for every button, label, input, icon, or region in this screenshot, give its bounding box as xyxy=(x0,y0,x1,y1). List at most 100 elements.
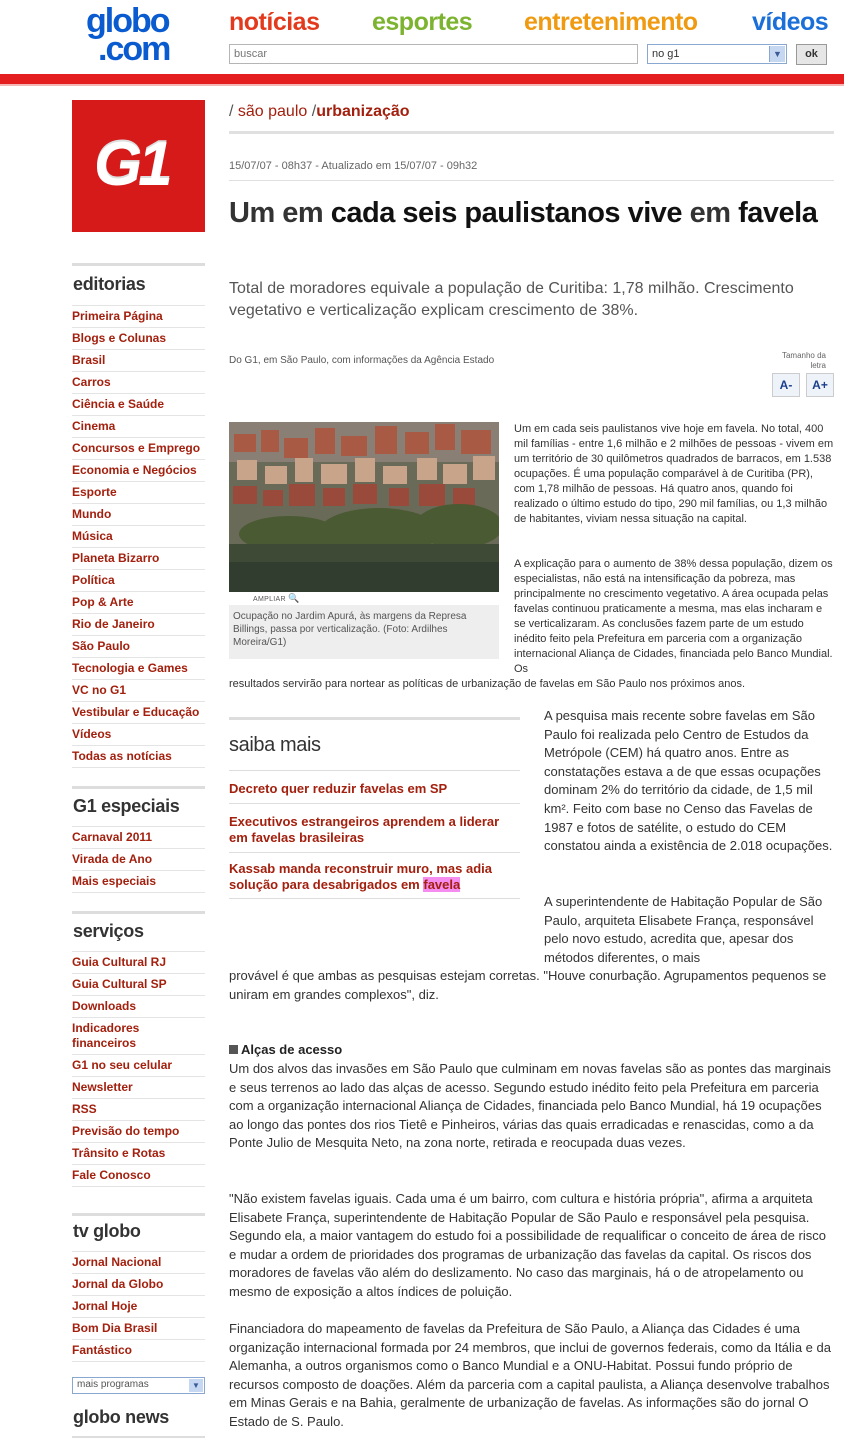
divider xyxy=(229,180,834,181)
menu-item[interactable]: São Paulo xyxy=(72,636,205,658)
menu-item[interactable]: Ciência e Saúde xyxy=(72,394,205,416)
menu-item[interactable]: Blogs e Colunas xyxy=(72,328,205,350)
article-paragraph: Um dos alvos das invasões em São Paulo q… xyxy=(229,1061,831,1151)
header-red-bar xyxy=(0,74,844,84)
nav-entretenimento[interactable]: entretenimento xyxy=(524,6,698,38)
search-input[interactable] xyxy=(229,44,638,64)
top-bar: globo .com notícias esportes entretenime… xyxy=(0,0,844,74)
menu-item[interactable]: Primeira Página xyxy=(72,306,205,328)
menu-item[interactable]: Rio de Janeiro xyxy=(72,614,205,636)
chevron-down-icon: ▼ xyxy=(189,1379,203,1392)
globo-news-heading: globo news xyxy=(73,1407,170,1427)
menu-item[interactable]: Newsletter xyxy=(72,1077,205,1099)
menu-item[interactable]: Jornal Nacional xyxy=(72,1252,205,1274)
saiba-mais-box: saiba mais Decreto quer reduzir favelas … xyxy=(229,717,520,899)
menu-item[interactable]: Virada de Ano xyxy=(72,849,205,871)
article-paragraph: A pesquisa mais recente sobre favelas em… xyxy=(544,708,833,854)
menu-item[interactable]: Previsão do tempo xyxy=(72,1121,205,1143)
highlighted-term: favela xyxy=(423,877,461,892)
menu-item[interactable]: Fantástico xyxy=(72,1340,205,1362)
menu-item[interactable]: Vestibular e Educação xyxy=(72,702,205,724)
article-paragraph: provável é que ambas as pesquisas esteja… xyxy=(229,968,827,1002)
square-bullet-icon xyxy=(229,1045,238,1054)
menu-item[interactable]: Vídeos xyxy=(72,724,205,746)
menu-item[interactable]: Indicadores financeiros xyxy=(72,1018,205,1055)
font-size-label: Tamanho da letra xyxy=(781,351,826,370)
menu-item[interactable]: Jornal da Globo xyxy=(72,1274,205,1296)
divider xyxy=(72,786,205,789)
menu-item[interactable]: Concursos e Emprego xyxy=(72,438,205,460)
search-scope-select[interactable]: no g1 ▼ xyxy=(647,44,787,64)
menu-item[interactable]: Cinema xyxy=(72,416,205,438)
article-paragraph: Financiadora do mapeamento de favelas da… xyxy=(229,1321,831,1429)
divider xyxy=(229,717,520,720)
menu-item[interactable]: Economia e Negócios xyxy=(72,460,205,482)
divider xyxy=(72,1213,205,1216)
chevron-down-icon: ▼ xyxy=(769,46,785,62)
menu-item[interactable]: Tecnologia e Games xyxy=(72,658,205,680)
programas-select[interactable]: mais programas ▼ xyxy=(72,1377,205,1394)
header-red-bar-shadow xyxy=(0,84,844,86)
especiais-menu: Carnaval 2011 Virada de Ano Mais especia… xyxy=(72,826,205,893)
editorias-menu: Primeira Página Blogs e Colunas Brasil C… xyxy=(72,305,205,768)
article-photo[interactable] xyxy=(229,422,499,592)
divider xyxy=(72,911,205,914)
related-link[interactable]: Kassab manda reconstruir muro, mas adia … xyxy=(229,852,520,899)
menu-item[interactable]: G1 no seu celular xyxy=(72,1055,205,1077)
menu-item[interactable]: Guia Cultural RJ xyxy=(72,952,205,974)
menu-item[interactable]: Downloads xyxy=(72,996,205,1018)
tv-globo-heading: tv globo xyxy=(73,1221,141,1241)
menu-item[interactable]: VC no G1 xyxy=(72,680,205,702)
breadcrumb-current[interactable]: urbanização xyxy=(316,103,409,120)
nav-videos[interactable]: vídeos xyxy=(752,6,829,38)
menu-item[interactable]: RSS xyxy=(72,1099,205,1121)
font-decrease-button[interactable]: A- xyxy=(772,373,800,397)
servicos-menu: Guia Cultural RJ Guia Cultural SP Downlo… xyxy=(72,951,205,1187)
saiba-mais-heading: saiba mais xyxy=(229,734,321,756)
menu-item[interactable]: Todas as notícias xyxy=(72,746,205,768)
menu-item[interactable]: Carnaval 2011 xyxy=(72,827,205,849)
menu-item[interactable]: Pop & Arte xyxy=(72,592,205,614)
font-increase-button[interactable]: A+ xyxy=(806,373,834,397)
article-subhead: Total de moradores equivale a população … xyxy=(229,280,794,319)
menu-item[interactable]: Mais especiais xyxy=(72,871,205,893)
breadcrumb: / são paulo /urbanização xyxy=(229,103,410,120)
menu-item[interactable]: Trânsito e Rotas xyxy=(72,1143,205,1165)
menu-item[interactable]: Música xyxy=(72,526,205,548)
photo-caption: Ocupação no Jardim Apurá, às margens da … xyxy=(229,605,499,659)
programas-select-value: mais programas xyxy=(77,1379,149,1390)
nav-esportes[interactable]: esportes xyxy=(372,6,473,38)
tvglobo-menu: Jornal Nacional Jornal da Globo Jornal H… xyxy=(72,1251,205,1362)
article-paragraph: A explicação para o aumento de 38% dessa… xyxy=(514,558,833,675)
nav-noticias[interactable]: notícias xyxy=(229,6,320,38)
menu-item[interactable]: Esporte xyxy=(72,482,205,504)
menu-item[interactable]: Jornal Hoje xyxy=(72,1296,205,1318)
article-headline: Um em cada seis paulistanos vive em fave… xyxy=(229,197,818,229)
menu-item[interactable]: Guia Cultural SP xyxy=(72,974,205,996)
dateline: 15/07/07 - 08h37 - Atualizado em 15/07/0… xyxy=(229,160,478,172)
ampliar-link[interactable]: AMPLIAR 🔍 xyxy=(253,593,300,604)
breadcrumb-section[interactable]: são paulo xyxy=(238,103,307,120)
menu-item[interactable]: Brasil xyxy=(72,350,205,372)
menu-item[interactable]: Planeta Bizarro xyxy=(72,548,205,570)
zoom-icon: 🔍 xyxy=(288,593,300,603)
divider xyxy=(229,131,834,134)
menu-item[interactable]: Mundo xyxy=(72,504,205,526)
menu-item[interactable]: Fale Conosco xyxy=(72,1165,205,1187)
article-paragraph: Um em cada seis paulistanos vive hoje em… xyxy=(514,423,834,525)
menu-item[interactable]: Carros xyxy=(72,372,205,394)
g1-logo-text: G1 xyxy=(94,130,173,199)
search-scope-value: no g1 xyxy=(652,48,680,60)
section-subheading: Alças de acesso xyxy=(229,1042,342,1057)
article-paragraph: A superintendente de Habitação Popular d… xyxy=(544,894,823,965)
article-paragraph: resultados servirão para nortear as polí… xyxy=(229,678,746,690)
globo-com-logo[interactable]: globo .com xyxy=(84,4,194,66)
g1-logo[interactable]: G1 xyxy=(72,100,205,232)
menu-item[interactable]: Política xyxy=(72,570,205,592)
search-ok-button[interactable]: ok xyxy=(796,44,827,65)
servicos-heading: serviços xyxy=(73,921,144,941)
related-link[interactable]: Executivos estrangeiros aprendem a lider… xyxy=(229,803,520,852)
menu-item[interactable]: Bom Dia Brasil xyxy=(72,1318,205,1340)
divider xyxy=(72,263,205,266)
related-link[interactable]: Decreto quer reduzir favelas em SP xyxy=(229,770,520,803)
